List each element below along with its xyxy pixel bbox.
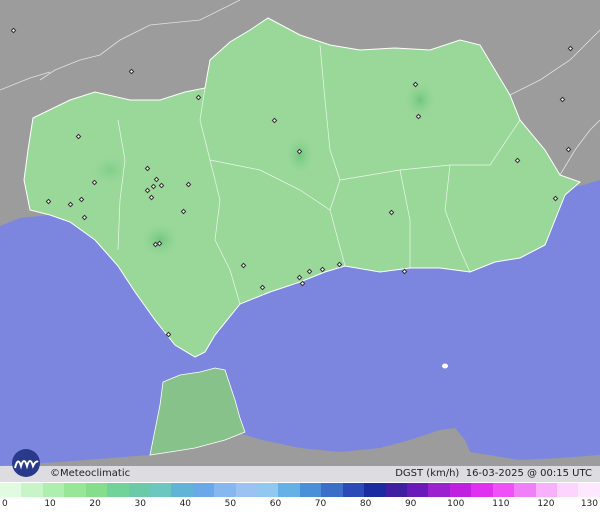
legend-tick-label: 130 [580, 499, 598, 509]
legend-color-swatch [407, 483, 429, 497]
legend-tick-label: 10 [44, 499, 56, 509]
legend-tick-label: 80 [359, 499, 372, 509]
legend-tick-label: 120 [537, 499, 555, 509]
copyright-symbol: © [50, 468, 60, 479]
legend-tick-label: 20 [89, 499, 101, 509]
brand-text: ©Meteoclimatic [50, 467, 130, 481]
legend-color-swatch [556, 483, 579, 497]
legend-color-swatch [107, 483, 129, 497]
legend-tick-label: 100 [447, 499, 465, 509]
legend-tick-label: 110 [492, 499, 510, 509]
legend-color-swatch [171, 483, 193, 497]
timestamp: 16-03-2025 @ 00:15 UTC [465, 468, 592, 479]
legend-color-swatch [42, 483, 65, 497]
legend-color-swatch [21, 483, 43, 497]
meteoclimatic-logo-icon [12, 449, 40, 477]
legend-color-swatch [514, 483, 536, 497]
legend-color-swatch [149, 483, 172, 497]
legend-color-swatch [492, 483, 515, 497]
legend-color-swatch [342, 483, 365, 497]
legend-color-swatch [214, 483, 236, 497]
legend-tick-label: 50 [224, 499, 237, 509]
legend-color-swatch [364, 483, 386, 497]
legend-color-swatch [299, 483, 322, 497]
gust-area [402, 80, 438, 120]
legend-color-swatch [192, 483, 215, 497]
legend-color-bar [0, 483, 600, 497]
legend-tick-label: 60 [269, 499, 282, 509]
legend-color-swatch [85, 483, 108, 497]
gust-area [138, 220, 182, 260]
legend-color-swatch [578, 483, 600, 497]
variable-label: DGST (km/h) [395, 468, 460, 479]
legend-tick-label: 70 [314, 499, 327, 509]
legend-color-swatch [385, 483, 408, 497]
legend-color-swatch [0, 483, 22, 497]
legend-color-swatch [321, 483, 343, 497]
legend-tick-label: 0 [2, 499, 8, 509]
legend-tick-label: 40 [179, 499, 192, 509]
legend-color-swatch [64, 483, 86, 497]
legend-color-swatch [278, 483, 300, 497]
gust-area [284, 133, 316, 177]
legend-color-swatch [128, 483, 150, 497]
legend-color-swatch [449, 483, 472, 497]
island [442, 363, 448, 369]
legend-color-swatch [235, 483, 258, 497]
legend-tick-label: 90 [404, 499, 417, 509]
legend-color-swatch [428, 483, 450, 497]
map-info: DGST (km/h) 16-03-2025 @ 00:15 UTC [395, 467, 592, 481]
brand-name: Meteoclimatic [60, 468, 131, 479]
legend-color-swatch [471, 483, 493, 497]
legend-color-swatch [535, 483, 557, 497]
legend-scale: 0 10 20 30 40 50 60 70 80 90 100 110 120 130 [0, 482, 600, 517]
legend-tick-label: 30 [134, 499, 146, 509]
wind-gust-map [0, 0, 600, 482]
legend-color-swatch [257, 483, 279, 497]
